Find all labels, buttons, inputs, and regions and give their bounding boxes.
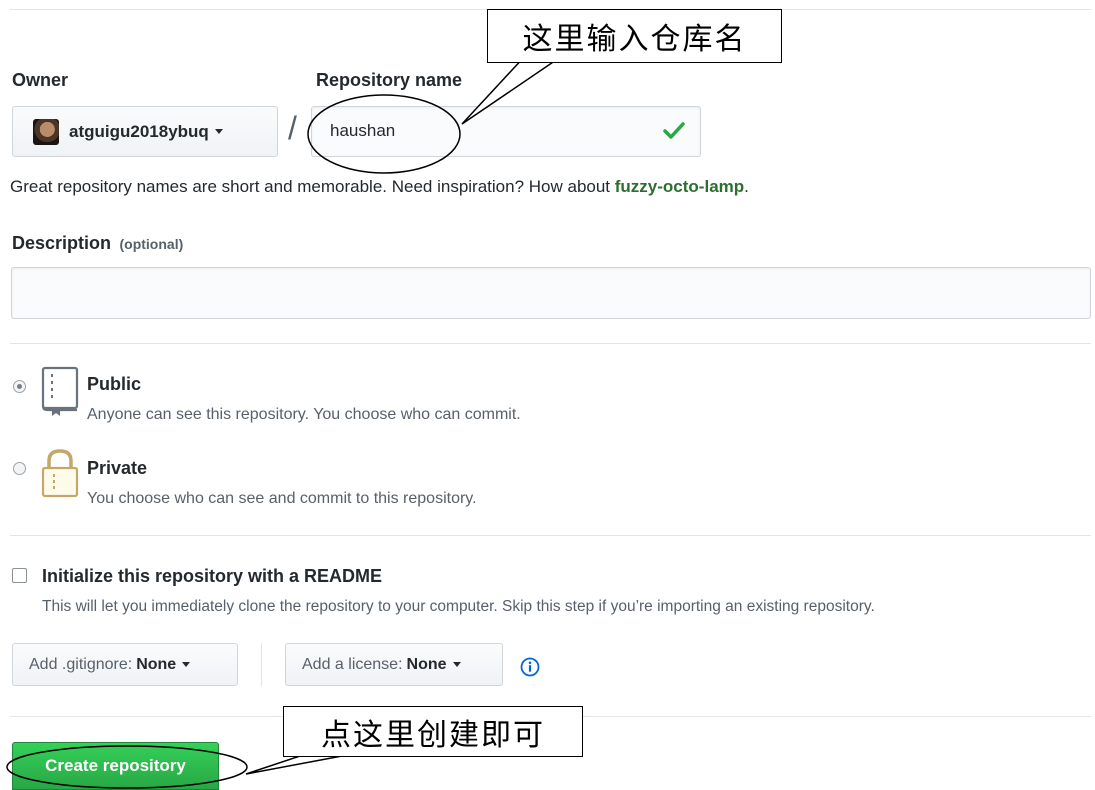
- public-description: Anyone can see this repository. You choo…: [87, 406, 521, 423]
- owner-select[interactable]: atguigu2018ybuq: [12, 106, 278, 157]
- license-label: Add a license:: [302, 655, 403, 673]
- suggestion-link[interactable]: fuzzy-octo-lamp: [615, 177, 744, 196]
- owner-label: Owner: [12, 70, 69, 90]
- repository-name-hint: Great repository names are short and mem…: [10, 177, 749, 197]
- public-radio[interactable]: [13, 380, 26, 393]
- info-icon[interactable]: [520, 657, 540, 682]
- create-callout: 点这里创建即可: [283, 706, 583, 757]
- book-icon: [40, 366, 80, 421]
- readme-label: Initialize this repository with a README: [42, 566, 383, 586]
- vertical-divider: [261, 643, 262, 686]
- public-title: Public: [87, 374, 142, 394]
- private-title: Private: [87, 458, 148, 478]
- hint-text: Great repository names are short and mem…: [10, 177, 615, 196]
- chevron-down-icon: [214, 129, 223, 134]
- lock-icon: [40, 448, 80, 503]
- license-value: None: [406, 655, 447, 673]
- avatar: [33, 118, 59, 145]
- divider-readme: [10, 535, 1091, 536]
- chevron-down-icon: [182, 662, 191, 667]
- chevron-down-icon: [452, 662, 461, 667]
- owner-repo-separator: /: [288, 110, 297, 146]
- gitignore-label: Add .gitignore:: [29, 655, 133, 673]
- description-input[interactable]: [11, 267, 1091, 319]
- optional-note: (optional): [119, 236, 184, 252]
- private-description: You choose who can see and commit to thi…: [87, 490, 477, 507]
- readme-description: This will let you immediately clone the …: [42, 598, 875, 615]
- owner-username: atguigu2018ybuq: [69, 121, 209, 141]
- private-radio[interactable]: [13, 462, 26, 475]
- gitignore-select[interactable]: Add .gitignore: None: [12, 643, 238, 686]
- description-label: Description: [12, 233, 112, 253]
- repo-name-callout: 这里输入仓库名: [487, 9, 782, 63]
- hint-suffix: .: [744, 177, 749, 196]
- divider-visibility: [10, 343, 1091, 344]
- license-select[interactable]: Add a license: None: [285, 643, 503, 686]
- gitignore-value: None: [136, 655, 177, 673]
- description-label-row: Description (optional): [12, 233, 183, 254]
- readme-checkbox[interactable]: [12, 568, 27, 583]
